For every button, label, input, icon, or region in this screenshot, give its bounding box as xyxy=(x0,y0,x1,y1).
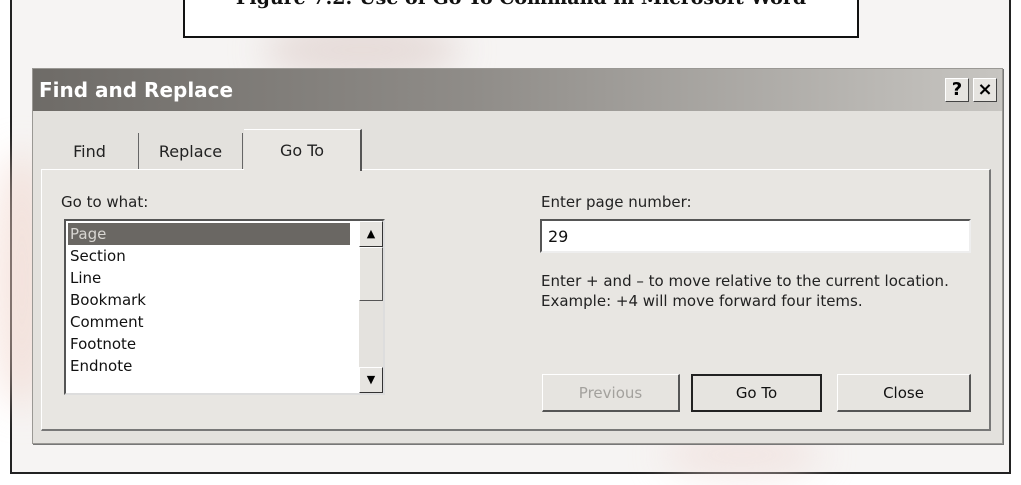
scroll-down-arrow-icon[interactable]: ▼ xyxy=(359,367,383,393)
tab-replace-label: Replace xyxy=(158,141,223,161)
figure-caption-box: Figure 7.2: Use of Go To Command in Micr… xyxy=(183,0,859,38)
listbox-scrollbar[interactable]: ▲ ▼ xyxy=(359,221,383,393)
tab-replace[interactable]: Replace xyxy=(139,133,243,169)
title-bar[interactable]: Find and Replace xyxy=(33,69,1002,111)
tab-find-label: Find xyxy=(73,141,106,161)
list-item[interactable]: Bookmark xyxy=(68,289,350,311)
tab-go-to-label: Go To xyxy=(279,141,325,160)
close-window-button[interactable]: × xyxy=(973,78,997,102)
tab-find[interactable]: Find xyxy=(41,133,139,169)
page-number-input[interactable] xyxy=(540,219,971,253)
go-to-button[interactable]: Go To xyxy=(691,374,822,412)
tab-go-to[interactable]: Go To xyxy=(244,129,362,171)
scroll-thumb[interactable] xyxy=(359,247,383,301)
list-item[interactable]: Page xyxy=(68,223,350,245)
help-button[interactable]: ? xyxy=(945,78,969,102)
list-item[interactable]: Endnote xyxy=(68,355,350,377)
go-to-what-label: Go to what: xyxy=(61,193,149,211)
previous-button[interactable]: Previous xyxy=(542,374,680,412)
dialog-title: Find and Replace xyxy=(39,78,234,102)
go-to-what-listbox[interactable]: Page Section Line Bookmark Comment Footn… xyxy=(64,219,385,395)
hint-text: Enter + and – to move relative to the cu… xyxy=(541,272,949,310)
scroll-up-arrow-icon[interactable]: ▲ xyxy=(359,221,383,247)
enter-page-number-label: Enter page number: xyxy=(541,193,692,211)
list-item[interactable]: Section xyxy=(68,245,350,267)
list-item[interactable]: Footnote xyxy=(68,333,350,355)
list-item[interactable]: Comment xyxy=(68,311,350,333)
find-replace-dialog: Find and Replace ? × Find Replace Go To … xyxy=(32,68,1003,444)
close-button[interactable]: Close xyxy=(837,374,971,412)
figure-caption: Figure 7.2: Use of Go To Command in Micr… xyxy=(185,0,857,9)
list-item[interactable]: Line xyxy=(68,267,350,289)
